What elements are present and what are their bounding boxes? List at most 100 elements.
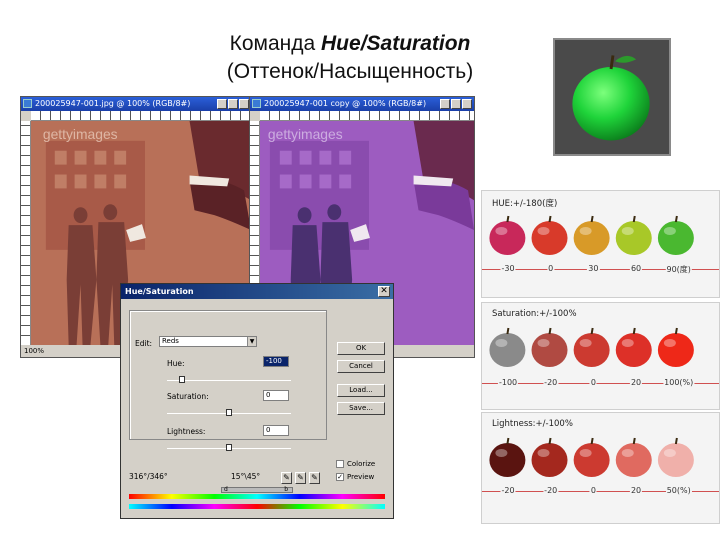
- input-color-bar: [129, 494, 385, 499]
- tick-label: 0: [589, 378, 597, 387]
- hue-label: Hue:: [167, 359, 185, 368]
- range-right-readout: 15°\45°: [231, 472, 261, 481]
- watermark: gettyimages: [268, 126, 343, 142]
- window-titlebar[interactable]: 200025947-001.jpg @ 100% (RGB/8#): [21, 97, 251, 111]
- range-left-readout: 316°/346°: [129, 472, 168, 481]
- window-title: 200025947-001 copy @ 100% (RGB/8#): [264, 99, 427, 108]
- preview-checkbox[interactable]: ✓: [336, 473, 344, 481]
- eyedropper-minus-icon[interactable]: ✎: [309, 472, 320, 484]
- panel-title: Saturation:+/-100%: [492, 309, 577, 319]
- window-title: 200025947-001.jpg @ 100% (RGB/8#): [35, 99, 191, 108]
- title-line-2: (Оттенок/Насыщенность): [226, 60, 474, 83]
- colorize-checkbox[interactable]: [336, 460, 344, 468]
- save-button[interactable]: Save...: [337, 402, 385, 415]
- hue-input[interactable]: -100: [263, 356, 289, 367]
- scale-ticks: -20 -20 0 20 50(%): [482, 486, 719, 496]
- lightness-reference-panel: Lightness:+/-100% -20 -20 0 20 50(%): [481, 412, 720, 524]
- apple-swatch: [489, 215, 526, 255]
- close-button[interactable]: [239, 99, 249, 109]
- panel-title: HUE:+/-180(度): [492, 199, 558, 209]
- edit-channel-select[interactable]: Reds ▼: [159, 336, 257, 347]
- saturation-label: Saturation:: [167, 392, 209, 401]
- vertical-ruler: [21, 121, 31, 345]
- tick-label: -20: [500, 486, 516, 495]
- eyedropper-plus-icon[interactable]: ✎: [295, 472, 306, 484]
- tick-label: -30: [500, 264, 516, 273]
- hue-saturation-dialog[interactable]: Hue/Saturation ✕ Edit: Reds ▼ Hue: -100 …: [120, 283, 394, 519]
- lightness-input[interactable]: 0: [263, 425, 289, 436]
- apple-swatch: [531, 215, 568, 255]
- lightness-label: Lightness:: [167, 427, 206, 436]
- title-command: Hue/Saturation: [321, 32, 471, 55]
- range-mark-left: d: [224, 486, 228, 493]
- load-button[interactable]: Load...: [337, 384, 385, 397]
- edit-label: Edit:: [135, 339, 153, 348]
- apple-swatch: [615, 437, 652, 477]
- hue-slider-track[interactable]: [167, 380, 291, 381]
- apple-swatch: [573, 437, 610, 477]
- scale-ticks: -30 0 30 60 90(度): [482, 264, 719, 275]
- colorize-label: Colorize: [347, 460, 376, 468]
- eyedropper-icon[interactable]: ✎: [281, 472, 292, 484]
- hue-slider-thumb[interactable]: [179, 376, 185, 383]
- tick-label: -20: [543, 378, 559, 387]
- edit-channel-value: Reds: [162, 337, 179, 345]
- minimize-button[interactable]: [217, 99, 227, 109]
- panel-title: Lightness:+/-100%: [492, 419, 573, 429]
- apple-swatch: [531, 327, 568, 367]
- tick-label: 0: [547, 264, 555, 273]
- photoshop-icon: [23, 99, 32, 108]
- adjustment-group: [129, 310, 327, 440]
- saturation-slider-thumb[interactable]: [226, 409, 232, 416]
- output-color-bar: [129, 504, 385, 509]
- ok-button[interactable]: OK: [337, 342, 385, 355]
- slide: Команда Hue/Saturation (Оттенок/Насыщенн…: [0, 0, 720, 540]
- tick-label: 30: [587, 264, 600, 273]
- apple-swatch: [615, 327, 652, 367]
- title-line-1: Команда Hue/Saturation: [170, 30, 530, 58]
- lightness-slider-thumb[interactable]: [226, 444, 232, 451]
- apple-row: [484, 325, 718, 369]
- window-titlebar[interactable]: 200025947-001 copy @ 100% (RGB/8#): [250, 97, 474, 111]
- apple-swatch: [657, 327, 694, 367]
- chevron-down-icon[interactable]: ▼: [247, 337, 256, 346]
- apple-swatch: [657, 215, 694, 255]
- horizontal-ruler: [31, 111, 251, 121]
- tick-label: 20: [629, 378, 643, 387]
- tick-label: 50(%): [665, 486, 692, 495]
- color-range-slider[interactable]: d b: [221, 486, 293, 493]
- cancel-button[interactable]: Cancel: [337, 360, 385, 373]
- title-prefix: Команда: [229, 32, 322, 55]
- apple-swatch: [489, 327, 526, 367]
- apple-swatch: [573, 327, 610, 367]
- apple-swatch: [531, 437, 568, 477]
- saturation-reference-panel: Saturation:+/-100% -100 -20 0 20 100(%): [481, 302, 720, 410]
- apple-swatch: [657, 437, 694, 477]
- apple-row: [484, 213, 718, 257]
- slide-title: Команда Hue/Saturation (Оттенок/Насыщенн…: [170, 30, 530, 86]
- dialog-title: Hue/Saturation: [125, 287, 194, 296]
- apple-swatch: [489, 437, 526, 477]
- tick-label: 20: [629, 486, 643, 495]
- tick-label: -100: [497, 378, 519, 387]
- minimize-button[interactable]: [440, 99, 450, 109]
- green-apple-image: [553, 38, 671, 156]
- dialog-titlebar[interactable]: Hue/Saturation ✕: [121, 284, 393, 299]
- photoshop-icon: [252, 99, 261, 108]
- apple-row: [484, 435, 718, 479]
- close-icon[interactable]: ✕: [378, 286, 390, 297]
- tick-label: 0: [589, 486, 597, 495]
- scale-ticks: -100 -20 0 20 100(%): [482, 378, 719, 388]
- saturation-input[interactable]: 0: [263, 390, 289, 401]
- tick-label: 100(%): [663, 378, 695, 387]
- hue-reference-panel: HUE:+/-180(度) -30 0 30 60 90(度): [481, 190, 720, 298]
- apple-swatch: [615, 215, 652, 255]
- tick-label: -20: [543, 486, 559, 495]
- preview-label: Preview: [347, 473, 375, 481]
- apple-swatch: [573, 215, 610, 255]
- watermark: gettyimages: [43, 126, 118, 142]
- maximize-button[interactable]: [228, 99, 238, 109]
- close-button[interactable]: [462, 99, 472, 109]
- maximize-button[interactable]: [451, 99, 461, 109]
- tick-label: 90(度): [665, 264, 692, 275]
